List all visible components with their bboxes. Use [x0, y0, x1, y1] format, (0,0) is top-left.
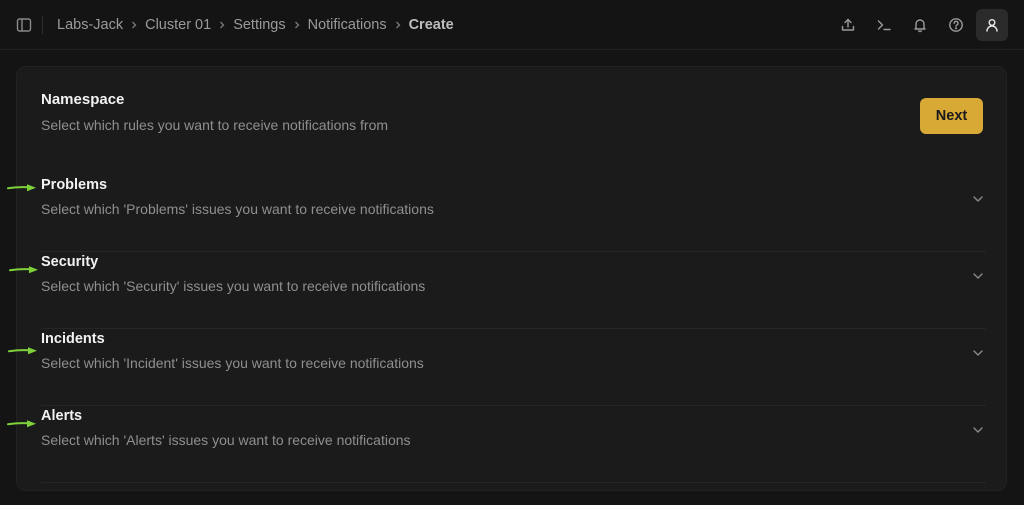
terminal-icon[interactable] — [868, 9, 900, 41]
help-circle-icon[interactable] — [940, 9, 972, 41]
section-description: Select which 'Incident' issues you want … — [41, 355, 424, 371]
breadcrumb-item-cluster[interactable]: Cluster 01 — [145, 17, 211, 33]
chevron-right-icon — [211, 20, 233, 30]
namespace-subtitle: Select which rules you want to receive n… — [41, 117, 389, 133]
chevron-right-icon — [286, 20, 308, 30]
section-security[interactable]: Security Select which 'Security' issues … — [41, 252, 986, 329]
section-alerts[interactable]: Alerts Select which 'Alerts' issues you … — [41, 406, 986, 483]
header-actions — [828, 9, 1008, 41]
namespace-card: Namespace Select which rules you want to… — [16, 66, 1007, 491]
section-incidents[interactable]: Incidents Select which 'Incident' issues… — [41, 329, 986, 406]
chevron-down-icon[interactable] — [970, 191, 986, 207]
top-bar: Labs-Jack Cluster 01 Settings Notificati… — [0, 0, 1024, 50]
section-title: Problems — [41, 177, 108, 193]
section-title: Incidents — [41, 331, 105, 347]
sidebar-panel-icon[interactable] — [14, 15, 34, 35]
chevron-right-icon — [387, 20, 409, 30]
chevron-right-icon — [123, 20, 145, 30]
chevron-down-icon[interactable] — [970, 268, 986, 284]
breadcrumb-current: Create — [408, 17, 454, 33]
bell-icon[interactable] — [904, 9, 936, 41]
section-description: Select which 'Alerts' issues you want to… — [41, 432, 411, 448]
namespace-title: Namespace — [41, 91, 125, 108]
section-divider — [41, 482, 986, 483]
green-arrow-icon — [9, 266, 38, 274]
upload-icon[interactable] — [832, 9, 864, 41]
breadcrumb-item-notifications[interactable]: Notifications — [308, 17, 387, 33]
toolbar-divider — [42, 16, 43, 34]
section-description: Select which 'Problems' issues you want … — [41, 201, 434, 217]
breadcrumb: Labs-Jack Cluster 01 Settings Notificati… — [57, 16, 454, 34]
user-icon[interactable] — [976, 9, 1008, 41]
breadcrumb-item-settings[interactable]: Settings — [233, 17, 285, 33]
green-arrow-icon — [8, 347, 37, 355]
chevron-down-icon[interactable] — [970, 422, 986, 438]
green-arrow-icon — [7, 184, 36, 192]
section-description: Select which 'Security' issues you want … — [41, 278, 426, 294]
next-button[interactable]: Next — [920, 98, 983, 134]
green-arrow-icon — [7, 420, 36, 428]
section-problems[interactable]: Problems Select which 'Problems' issues … — [41, 175, 986, 252]
section-title: Security — [41, 254, 99, 270]
chevron-down-icon[interactable] — [970, 345, 986, 361]
section-title: Alerts — [41, 408, 83, 424]
breadcrumb-item-workspace[interactable]: Labs-Jack — [57, 17, 123, 33]
